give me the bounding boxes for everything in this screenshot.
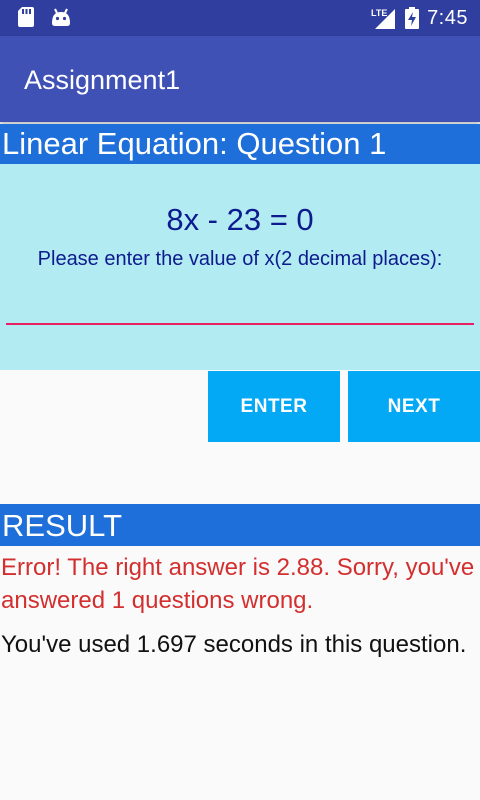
answer-prompt: Please enter the value of x(2 decimal pl… <box>37 248 443 270</box>
question-header: Linear Equation: Question 1 <box>0 124 480 164</box>
signal-icon: LTE <box>371 7 397 29</box>
result-error-message: Error! The right answer is 2.88. Sorry, … <box>1 554 475 614</box>
app-bar: Assignment1 <box>0 36 480 122</box>
question-panel: 8x - 23 = 0 Please enter the value of x(… <box>0 164 480 370</box>
result-header: RESULT <box>0 504 480 546</box>
lte-label: LTE <box>371 8 387 18</box>
enter-button[interactable]: ENTER <box>208 371 340 442</box>
sd-card-icon <box>18 7 34 27</box>
next-button[interactable]: NEXT <box>348 371 480 442</box>
result-time-message: You've used 1.697 seconds in this questi… <box>1 631 467 658</box>
answer-input[interactable] <box>6 289 474 325</box>
status-left-icons <box>18 7 72 27</box>
status-time: 7:45 <box>427 7 468 29</box>
android-icon <box>50 7 72 27</box>
app-title: Assignment1 <box>24 65 181 95</box>
equation-text: 8x - 23 = 0 <box>166 202 314 237</box>
status-bar: LTE 7:45 <box>0 0 480 36</box>
status-right-icons: LTE 7:45 <box>371 6 468 30</box>
battery-charging-icon <box>405 7 420 29</box>
